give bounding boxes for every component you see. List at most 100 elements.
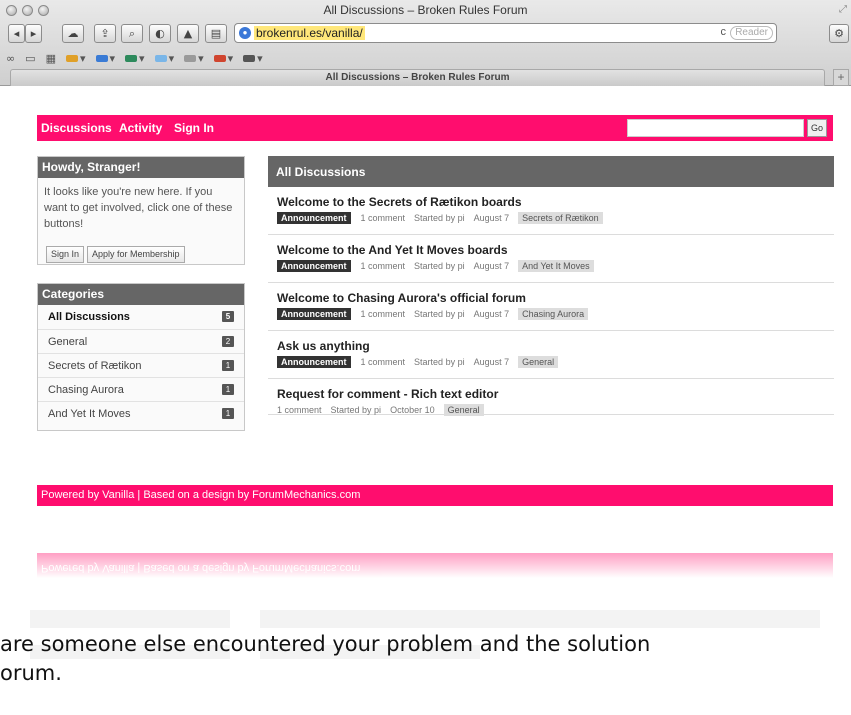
category-item[interactable]: And Yet It Moves 1 xyxy=(38,401,244,425)
started-by[interactable]: Started by pi xyxy=(331,405,382,415)
started-by[interactable]: Started by pi xyxy=(414,261,465,271)
nav-sign-in[interactable]: Sign In xyxy=(174,121,214,135)
discussion-title-link[interactable]: Welcome to the And Yet It Moves boards xyxy=(277,243,834,257)
discussion-item: Ask us anything Announcement 1 comment S… xyxy=(268,331,834,379)
zoom-icon[interactable]: ⌕ xyxy=(121,24,143,43)
discussion-title-link[interactable]: Ask us anything xyxy=(277,339,834,353)
fullscreen-icon[interactable]: ⤢ xyxy=(839,4,847,15)
discussion-title-link[interactable]: Request for comment - Rich text editor xyxy=(277,387,834,401)
back-icon[interactable]: ◂ xyxy=(8,24,25,43)
reading-list-icon[interactable]: ∞ xyxy=(6,50,15,66)
discussion-date: August 7 xyxy=(473,213,510,223)
history-icon[interactable]: ◐ xyxy=(149,24,171,43)
announcement-badge: Announcement xyxy=(277,260,351,272)
bookmark-folder[interactable]: ▾ xyxy=(65,50,86,66)
comment-count: 1 comment xyxy=(360,213,406,223)
discussion-date: August 7 xyxy=(473,357,510,367)
folder-icon xyxy=(95,54,108,62)
category-tag[interactable]: Chasing Aurora xyxy=(518,308,589,320)
category-tag[interactable]: Secrets of Rætikon xyxy=(518,212,603,224)
announcement-badge: Announcement xyxy=(277,308,351,320)
comment-count: 1 comment xyxy=(360,261,406,271)
reload-icon[interactable]: c xyxy=(721,26,727,38)
discussion-meta: Announcement 1 comment Started by pi Aug… xyxy=(277,212,834,224)
window-title: All Discussions – Broken Rules Forum xyxy=(323,3,528,17)
announcement-badge: Announcement xyxy=(277,212,351,224)
forward-icon[interactable]: ▸ xyxy=(25,24,42,43)
category-item[interactable]: All Discussions 5 xyxy=(38,305,244,329)
bookmark-folder[interactable]: ▾ xyxy=(184,50,204,66)
search-input[interactable] xyxy=(627,119,804,137)
discussion-title-link[interactable]: Welcome to the Secrets of Rætikon boards xyxy=(277,195,834,209)
top-navigation: Discussions Activity Sign In Go xyxy=(37,115,833,141)
bookmarks-bar: ∞ ▭ ▦ ▾ ▾ ▾ ▾ ▾ ▾ ▾ xyxy=(6,50,263,66)
icloud-icon[interactable]: ☁ xyxy=(62,24,84,43)
url-field[interactable]: brokenrul.es/vanilla/ xyxy=(254,26,365,40)
bookmark-folder[interactable]: ▾ xyxy=(213,50,233,66)
discussion-meta: 1 comment Started by pi October 10 Gener… xyxy=(277,404,834,416)
category-count: 2 xyxy=(222,336,234,347)
reader-button[interactable]: Reader xyxy=(730,26,773,40)
categories-heading: Categories xyxy=(38,284,244,305)
discussion-item: Welcome to Chasing Aurora's official for… xyxy=(268,283,834,331)
started-by[interactable]: Started by pi xyxy=(414,357,465,367)
bookmark-folder[interactable]: ▾ xyxy=(154,50,174,66)
search-go-button[interactable]: Go xyxy=(807,119,827,137)
apply-membership-button[interactable]: Apply for Membership xyxy=(87,246,185,263)
ghost-shape xyxy=(30,610,230,628)
bookmark-folder[interactable]: ▾ xyxy=(243,50,263,66)
caption-text: are someone else encountered your proble… xyxy=(0,630,851,688)
tab-bar: All Discussions – Broken Rules Forum + xyxy=(0,69,851,86)
started-by[interactable]: Started by pi xyxy=(414,309,465,319)
discussion-date: October 10 xyxy=(390,405,435,415)
category-label: And Yet It Moves xyxy=(48,408,131,420)
bookmark-folder[interactable]: ▾ xyxy=(95,50,115,66)
categories-panel: Categories All Discussions 5 General 2 S… xyxy=(37,283,245,431)
category-tag[interactable]: General xyxy=(443,404,484,416)
folder-icon xyxy=(65,54,78,62)
started-by[interactable]: Started by pi xyxy=(414,213,465,223)
category-count: 1 xyxy=(222,408,234,419)
sign-in-button[interactable]: Sign In xyxy=(46,246,85,263)
footer-bar: Powered by Vanilla | Based on a design b… xyxy=(37,485,833,506)
howdy-heading: Howdy, Stranger! xyxy=(38,157,244,178)
grid-icon[interactable]: ▦ xyxy=(46,50,56,66)
comment-count: 1 comment xyxy=(360,309,406,319)
howdy-buttons: Sign In Apply for Membership xyxy=(46,246,185,263)
comment-count: 1 comment xyxy=(277,405,322,415)
share-icon[interactable]: ⇪ xyxy=(94,24,116,43)
address-bar[interactable]: ● brokenrul.es/vanilla/ c Reader xyxy=(234,23,777,43)
nav-discussions[interactable]: Discussions xyxy=(41,121,112,135)
book-icon[interactable]: ▭ xyxy=(25,50,35,66)
category-item[interactable]: Secrets of Rætikon 1 xyxy=(38,353,244,377)
nav-activity[interactable]: Activity xyxy=(119,121,162,135)
tab-active[interactable]: All Discussions – Broken Rules Forum xyxy=(10,69,825,86)
sidebar-icon[interactable]: ▤ xyxy=(205,24,227,43)
settings-gear-icon[interactable]: ⚙ xyxy=(829,24,849,43)
category-item[interactable]: General 2 xyxy=(38,329,244,353)
folder-icon xyxy=(154,54,167,62)
category-item[interactable]: Chasing Aurora 1 xyxy=(38,377,244,401)
bookmark-folder[interactable]: ▾ xyxy=(125,50,145,66)
discussion-title-link[interactable]: Welcome to Chasing Aurora's official for… xyxy=(277,291,834,305)
browser-window: All Discussions – Broken Rules Forum ⤢ ◂… xyxy=(0,0,851,528)
category-tag[interactable]: General xyxy=(518,356,559,368)
discussion-item: Welcome to the And Yet It Moves boards A… xyxy=(268,235,834,283)
discussion-date: August 7 xyxy=(473,309,510,319)
globe-icon: ● xyxy=(239,27,251,39)
discussion-meta: Announcement 1 comment Started by pi Aug… xyxy=(277,308,834,320)
discussion-date: August 7 xyxy=(473,261,510,271)
discussions-list: All Discussions Welcome to the Secrets o… xyxy=(268,156,834,416)
comment-count: 1 comment xyxy=(360,357,406,367)
category-count: 1 xyxy=(222,384,234,395)
howdy-panel: Howdy, Stranger! It looks like you're ne… xyxy=(37,156,245,265)
caption-line: are someone else encountered your proble… xyxy=(0,632,651,656)
category-label: Secrets of Rætikon xyxy=(48,360,142,372)
folder-icon xyxy=(125,54,138,62)
alert-icon[interactable]: ▲ xyxy=(177,24,199,43)
caption-line: orum. xyxy=(0,661,62,685)
folder-icon xyxy=(213,54,226,62)
new-tab-icon[interactable]: + xyxy=(833,69,849,86)
category-tag[interactable]: And Yet It Moves xyxy=(518,260,594,272)
category-label: All Discussions xyxy=(48,311,130,323)
